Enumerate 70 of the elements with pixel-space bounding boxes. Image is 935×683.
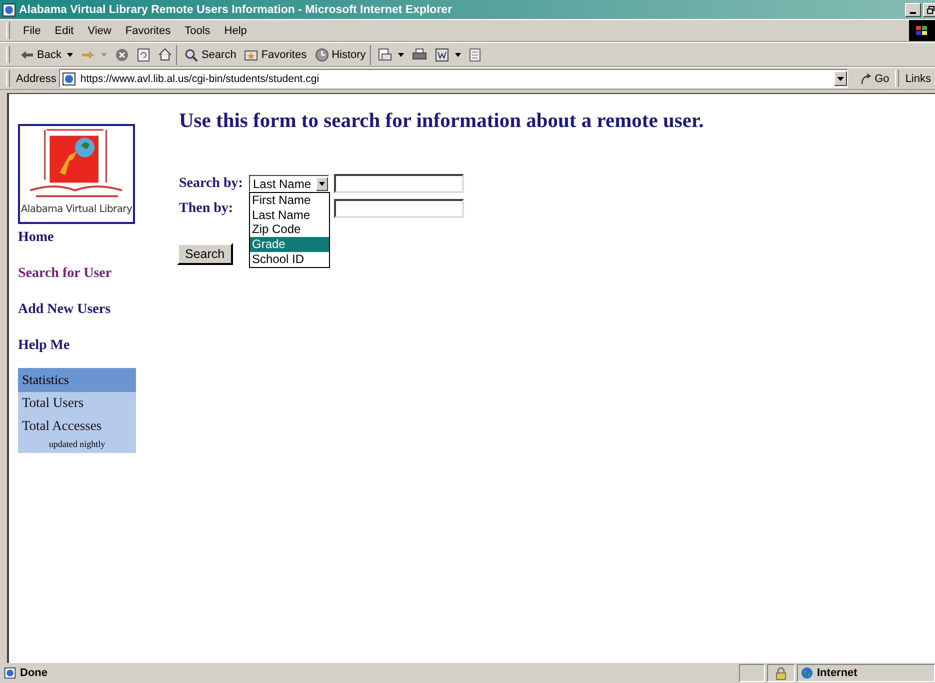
- input-field[interactable]: [334, 199, 464, 218]
- arrow-icon: [860, 72, 872, 84]
- window-title: Alabama Virtual Library Remote Users Information - Microsoft Internet Explorer: [19, 4, 454, 16]
- caret-icon: [398, 52, 404, 56]
- menu-item[interactable]: Edit: [48, 24, 81, 36]
- restore-icon: [927, 6, 935, 14]
- update-note: updated nightly: [48, 438, 106, 451]
- page-icon: [468, 48, 481, 62]
- status-panel: [739, 664, 765, 682]
- dropdown-button[interactable]: [834, 71, 847, 86]
- document-icon: [434, 48, 449, 62]
- minimize-button[interactable]: [905, 2, 921, 16]
- field-label: Then by:: [179, 200, 234, 216]
- lock-icon: [776, 666, 786, 680]
- windows-logo-icon: [909, 20, 935, 41]
- menu-item[interactable]: Favorites: [118, 24, 178, 36]
- caret-icon: [101, 52, 108, 56]
- back-button[interactable]: Back: [16, 44, 78, 64]
- links-button[interactable]: Links: [905, 72, 935, 84]
- search-icon: [184, 48, 198, 62]
- stop-icon: [115, 48, 130, 62]
- restore-button[interactable]: [923, 2, 935, 16]
- status-text: Done: [20, 667, 48, 679]
- page-icon: [4, 667, 16, 679]
- search-by-dropdown[interactable]: Last Name: [249, 175, 329, 192]
- statistics-header: Statistics: [18, 368, 136, 392]
- input-field[interactable]: [334, 174, 464, 193]
- nav-link[interactable]: Home: [18, 230, 54, 246]
- right-arrow-icon: [81, 50, 96, 60]
- page-heading: Use this form to search for information about a remote user.: [179, 110, 705, 133]
- search-toolbar-button[interactable]: Search: [180, 44, 240, 64]
- caret-icon: [67, 52, 74, 56]
- favorites-button[interactable]: Favorites: [240, 44, 311, 64]
- nav-link[interactable]: Add New Users: [18, 302, 111, 318]
- page-icon: [62, 72, 76, 86]
- dropdown-option[interactable]: School ID: [250, 252, 329, 267]
- menu-item[interactable]: File: [16, 24, 48, 36]
- logo-caption: Alabama Virtual Library: [20, 204, 132, 215]
- caret-icon: [836, 76, 844, 80]
- caret-icon: [454, 52, 461, 56]
- history-button[interactable]: History: [310, 44, 371, 64]
- field-label: Search by:: [179, 176, 244, 192]
- caret-icon: [319, 182, 325, 186]
- menu-item[interactable]: Tools: [178, 24, 218, 36]
- star-folder-icon: [244, 48, 258, 60]
- search-button[interactable]: Search: [177, 243, 233, 265]
- home-icon: [158, 48, 172, 61]
- dropdown-option[interactable]: Last Name: [250, 208, 329, 222]
- menu-item[interactable]: View: [80, 24, 118, 36]
- statistics-link[interactable]: Total Users: [18, 392, 136, 415]
- browser-icon: [2, 2, 16, 16]
- library-logo[interactable]: Alabama Virtual Library: [18, 124, 135, 224]
- dropdown-option[interactable]: Zip Code: [250, 222, 329, 238]
- address-label: Address: [16, 72, 56, 84]
- dropdown-option[interactable]: Grade: [250, 237, 329, 252]
- printer-icon: [412, 48, 427, 61]
- mail-icon: [378, 48, 392, 62]
- nav-link[interactable]: Search for User: [18, 266, 112, 282]
- clock-icon: [314, 48, 329, 62]
- menu-item[interactable]: Help: [217, 24, 254, 36]
- go-button[interactable]: Go: [856, 68, 894, 88]
- statistics-link[interactable]: Total Accesses: [18, 415, 136, 438]
- dropdown-option[interactable]: First Name: [250, 193, 329, 208]
- address-field[interactable]: https://www.avl.lib.al.us/cgi-bin/students/student.cgi: [59, 69, 848, 88]
- left-arrow-icon: [20, 50, 34, 60]
- security-zone: Internet: [817, 667, 858, 679]
- nav-link[interactable]: Help Me: [18, 338, 70, 354]
- refresh-icon: [137, 48, 150, 62]
- minimize-icon: [910, 12, 916, 14]
- globe-icon: [801, 667, 813, 679]
